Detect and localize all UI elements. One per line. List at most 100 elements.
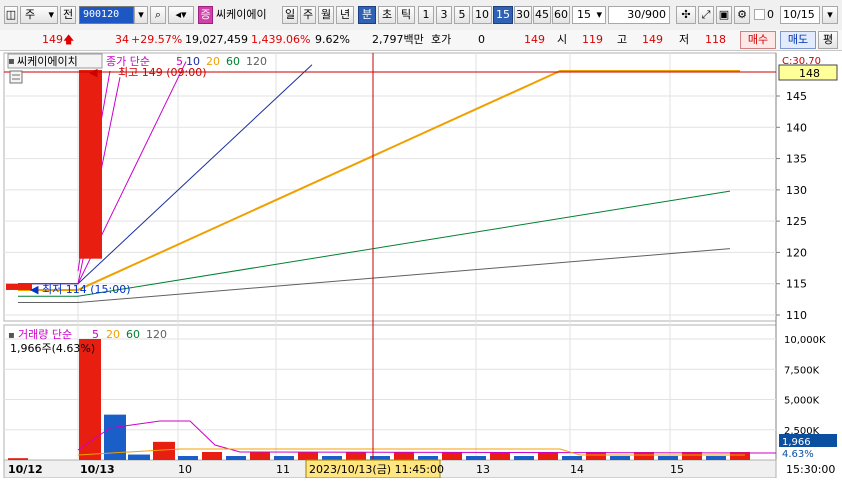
chart-type-icon[interactable]: ◫ [4, 6, 18, 24]
volume-bar [226, 456, 246, 460]
low-arrow-icon: ◀ [30, 283, 39, 296]
interval-30[interactable]: 30 [514, 6, 532, 24]
interval-10[interactable]: 10 [472, 6, 492, 24]
price-change-pct: +29.57% [131, 33, 183, 46]
date-label: 10 [178, 463, 192, 476]
market-select-label: 주 [25, 8, 36, 21]
buy-button[interactable]: 매수 [740, 31, 776, 49]
volume-bar [490, 452, 510, 460]
open-label: 시 [557, 33, 568, 46]
volume-bar [514, 456, 534, 460]
volume-legend-item: 20 [106, 328, 120, 341]
chevron-down-icon: ▾ [48, 8, 54, 21]
avg-button[interactable]: 평 [818, 31, 838, 49]
volume-bar [274, 456, 294, 460]
open-price: 119 [582, 33, 603, 46]
table-icon[interactable] [9, 70, 23, 84]
stock-chart[interactable]: 145140135130125120115110 10,000K7,500K5,… [0, 50, 842, 479]
high-price: 149 [642, 33, 663, 46]
trade-amount: 2,797백만 [372, 33, 424, 46]
date-label: 14 [570, 463, 584, 476]
volume-bar [322, 456, 342, 460]
end-time-label: 15:30:00 [786, 463, 835, 476]
chevron-down-icon: ▾ [596, 8, 602, 21]
date-label: 10/12 [8, 463, 43, 476]
speaker-icon[interactable]: ◂▾ [168, 6, 194, 24]
volume-bar [466, 456, 486, 460]
volume: 19,027,459 [185, 33, 248, 46]
volume-bar [538, 452, 558, 460]
price-tick-label: 110 [786, 309, 807, 322]
interval-5[interactable]: 5 [454, 6, 470, 24]
volume-legend-prefix: 거래량 단순 [18, 328, 72, 341]
price-change: 34 [115, 33, 129, 46]
period-tick[interactable]: 틱 [397, 6, 415, 24]
stock-badge: 증 [198, 6, 213, 24]
chart-area: 145 140 135 130 125 120 115 110 10,000K 7,500K 5,… [0, 50, 842, 479]
ma-legend-item: 20 [206, 55, 220, 68]
period-month[interactable]: 월 [318, 6, 334, 24]
volume-bar [610, 456, 630, 460]
volume-legend-item: 60 [126, 328, 140, 341]
high-arrow-icon: ◀ [89, 66, 98, 79]
period-year[interactable]: 년 [336, 6, 354, 24]
type-select[interactable]: 전 [60, 6, 76, 24]
volume-current-tag-text: 1,966 [782, 437, 811, 448]
interval-select[interactable]: 15 ▾ [572, 6, 606, 24]
gear-icon[interactable]: ⚙ [734, 6, 750, 24]
volume-bar [8, 458, 28, 460]
volume-bar [202, 452, 222, 460]
crosshair-icon[interactable]: ✣ [676, 6, 696, 24]
interval-3[interactable]: 3 [436, 6, 452, 24]
date-input[interactable]: 10/15 [780, 6, 820, 24]
high-annotation: 최고 149 (09:00) [118, 66, 207, 79]
candle [6, 283, 32, 290]
volume-pct: 1,439.06% [251, 33, 311, 46]
market-select[interactable]: 주 ▾ [20, 6, 58, 24]
date-label: 11 [276, 463, 290, 476]
stock-name: 씨케이에이 [216, 8, 267, 21]
volume-tick-label: 7,500K [784, 365, 820, 376]
period-week[interactable]: 주 [300, 6, 316, 24]
volume-bar [706, 456, 726, 460]
quote-bar: 149🡅 34 +29.57% 19,027,459 1,439.06% 9.6… [0, 30, 842, 51]
current-price-value: 149 [42, 33, 63, 46]
volume-legend-item: 120 [146, 328, 167, 341]
up-arrow-icon: 🡅 [63, 33, 75, 46]
volume-bar [394, 452, 414, 460]
volume-bar [442, 452, 462, 460]
volume-bar [153, 441, 175, 460]
interval-1[interactable]: 1 [418, 6, 434, 24]
volume-bar [418, 456, 438, 460]
volume-bar [586, 452, 606, 460]
price-tick-label: 145 [786, 90, 807, 103]
interval-60[interactable]: 60 [552, 6, 570, 24]
save-icon[interactable]: ▣ [716, 6, 732, 24]
price-tick-label: 140 [786, 121, 807, 134]
chart-name-label: 씨케이에이치 [17, 55, 78, 68]
date-label: 15 [670, 463, 684, 476]
last-price: 149 [524, 33, 545, 46]
stock-code-input[interactable]: 900120 [79, 6, 134, 24]
code-dropdown-button[interactable]: ▾ [134, 6, 148, 24]
volume-bar [128, 454, 150, 460]
volume-bar [178, 456, 198, 460]
search-icon[interactable]: ⌕ [150, 6, 166, 24]
count-input[interactable]: 30/900 [608, 6, 670, 24]
period-minute[interactable]: 분 [358, 6, 376, 24]
checkbox[interactable] [754, 9, 765, 20]
period-second[interactable]: 초 [378, 6, 396, 24]
current-price-tag-text: 148 [799, 67, 820, 80]
cursor-time-label: 2023/10/13(금) 11:45:00 [309, 463, 444, 476]
calendar-icon[interactable]: ▾ [822, 6, 838, 24]
turnover: 9.62% [315, 33, 350, 46]
checkbox-label: 0 [767, 8, 774, 21]
interval-45[interactable]: 45 [533, 6, 551, 24]
volume-bar [346, 452, 366, 460]
interval-15[interactable]: 15 [493, 6, 513, 24]
draw-tool-icon[interactable]: ⤢ [698, 6, 714, 24]
volume-tick-label: 5,000K [784, 396, 820, 407]
sell-button[interactable]: 매도 [780, 31, 816, 49]
period-day[interactable]: 일 [282, 6, 298, 24]
price-tick-label: 135 [786, 153, 807, 166]
